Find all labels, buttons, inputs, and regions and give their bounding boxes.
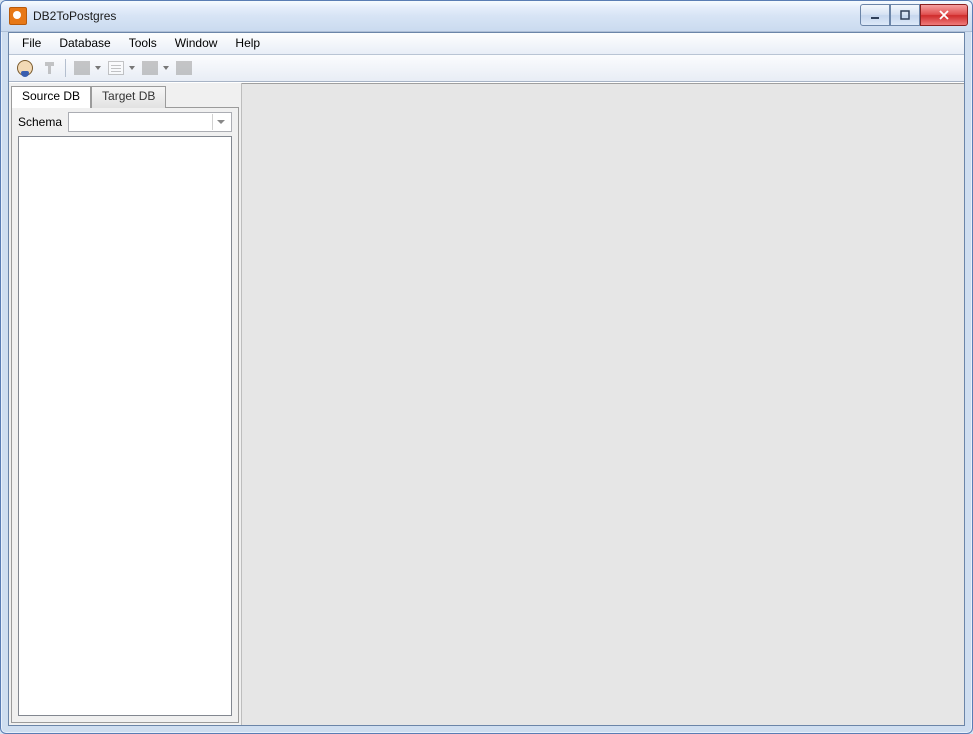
schema-label: Schema (18, 115, 62, 129)
minimize-button[interactable] (860, 4, 890, 26)
menu-database[interactable]: Database (50, 33, 119, 54)
stop-icon (176, 61, 192, 75)
toolbar-block-dropdown[interactable] (162, 58, 170, 78)
schema-tree[interactable] (18, 136, 232, 716)
close-icon (938, 10, 950, 20)
toolbar-separator (65, 59, 66, 77)
toolbar-tool-button[interactable] (39, 58, 59, 78)
toolbar-connect-button[interactable] (15, 58, 35, 78)
schema-select[interactable] (68, 112, 232, 132)
db-tabs: Source DB Target DB (9, 83, 241, 107)
menu-help[interactable]: Help (226, 33, 269, 54)
menu-tools[interactable]: Tools (120, 33, 166, 54)
sheet-icon (108, 61, 124, 75)
source-db-panel: Schema (11, 107, 239, 723)
tab-source-db[interactable]: Source DB (11, 86, 91, 108)
chevron-down-icon (212, 114, 228, 130)
block-icon (142, 61, 158, 75)
toolbar (9, 55, 964, 82)
toolbar-query-dropdown[interactable] (128, 58, 136, 78)
folder-icon (74, 61, 90, 75)
tab-target-db[interactable]: Target DB (91, 86, 166, 108)
app-window: DB2ToPostgres File Database Tools Window… (0, 0, 973, 734)
maximize-button[interactable] (890, 4, 920, 26)
title-bar[interactable]: DB2ToPostgres (1, 1, 972, 32)
toolbar-block-button[interactable] (140, 58, 160, 78)
client-frame: File Database Tools Window Help (8, 32, 965, 726)
window-title: DB2ToPostgres (33, 9, 116, 23)
menu-file[interactable]: File (13, 33, 50, 54)
minimize-icon (870, 10, 880, 20)
toolbar-open-button[interactable] (72, 58, 92, 78)
hammer-icon (42, 61, 56, 75)
toolbar-open-dropdown[interactable] (94, 58, 102, 78)
person-icon (17, 60, 33, 76)
schema-row: Schema (12, 108, 238, 136)
window-controls (860, 4, 968, 24)
app-icon (9, 7, 27, 25)
maximize-icon (900, 10, 910, 20)
menu-bar: File Database Tools Window Help (9, 33, 964, 55)
toolbar-query-button[interactable] (106, 58, 126, 78)
main-workspace (242, 83, 964, 725)
toolbar-stop-button[interactable] (174, 58, 194, 78)
client-area: Source DB Target DB Schema (9, 82, 964, 725)
left-panel: Source DB Target DB Schema (9, 83, 242, 725)
close-button[interactable] (920, 4, 968, 26)
menu-window[interactable]: Window (166, 33, 227, 54)
